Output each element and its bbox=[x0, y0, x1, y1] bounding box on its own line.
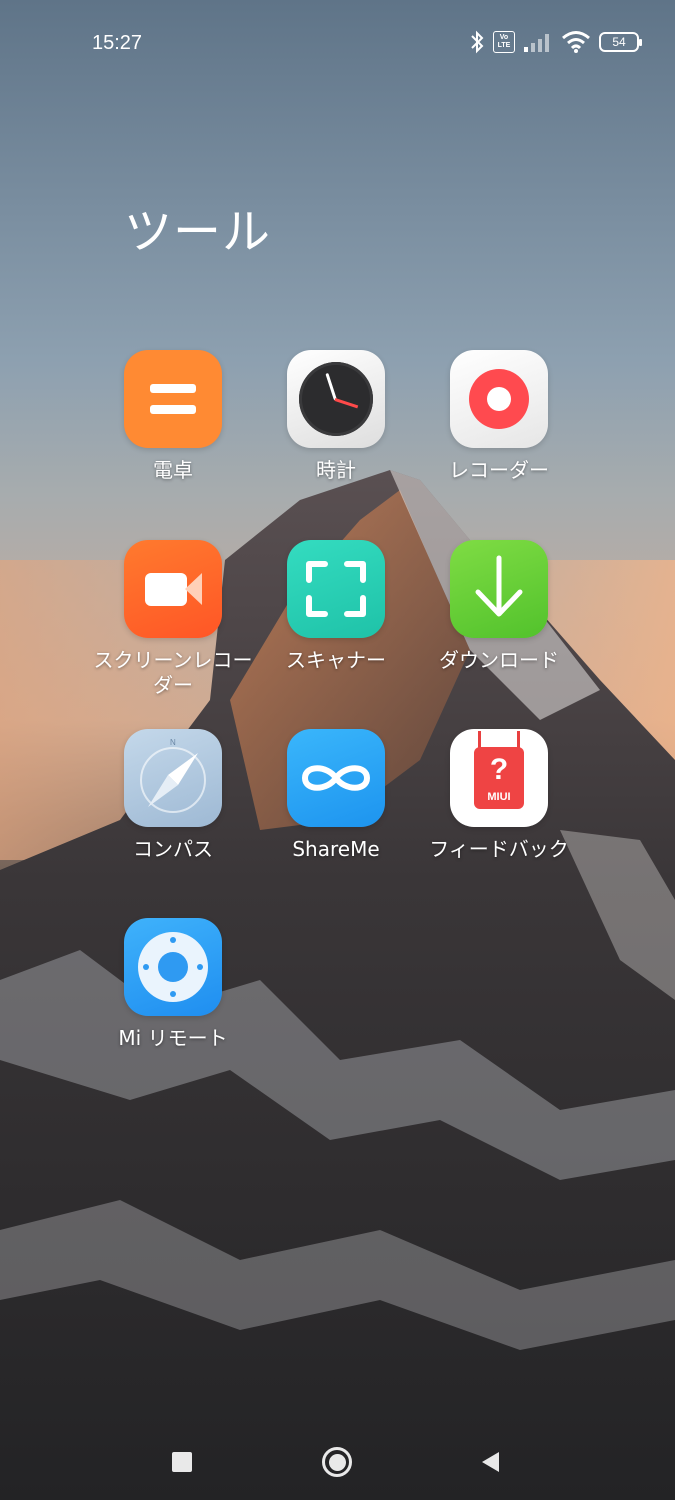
remote-icon[interactable] bbox=[124, 918, 222, 1016]
feedback-question-icon[interactable]: ? MIUI bbox=[450, 729, 548, 827]
app-label: スクリーンレコーダー bbox=[93, 648, 253, 697]
app-screen-recorder[interactable]: スクリーンレコーダー bbox=[93, 540, 253, 698]
app-downloads[interactable]: ダウンロード bbox=[419, 540, 579, 673]
video-camera-icon[interactable] bbox=[124, 540, 222, 638]
wifi-icon bbox=[562, 31, 590, 53]
app-label: Mi リモート bbox=[118, 1026, 228, 1050]
app-label: ShareMe bbox=[292, 837, 380, 861]
svg-text:N: N bbox=[170, 738, 176, 747]
app-label: コンパス bbox=[133, 837, 213, 861]
app-feedback[interactable]: ? MIUI フィードバック bbox=[419, 729, 579, 862]
status-icons: Vo LTE 54 bbox=[469, 30, 642, 54]
square-icon bbox=[172, 1452, 192, 1472]
app-compass[interactable]: N コンパス bbox=[93, 729, 253, 862]
app-recorder[interactable]: レコーダー bbox=[419, 350, 579, 483]
clock-icon[interactable] bbox=[287, 350, 385, 448]
calculator-icon[interactable] bbox=[124, 350, 222, 448]
cellular-signal-icon bbox=[524, 34, 549, 52]
home-button[interactable] bbox=[317, 1442, 357, 1482]
volte-icon: Vo LTE bbox=[493, 31, 515, 53]
bluetooth-icon bbox=[471, 30, 484, 54]
app-calculator[interactable]: 電卓 bbox=[93, 350, 253, 483]
status-time: 15:27 bbox=[92, 32, 143, 54]
app-label: 電卓 bbox=[153, 458, 193, 482]
miui-badge: MIUI bbox=[487, 791, 511, 803]
app-shareme[interactable]: ShareMe bbox=[256, 729, 416, 862]
compass-icon[interactable]: N bbox=[124, 729, 222, 827]
infinity-icon[interactable] bbox=[287, 729, 385, 827]
recorder-icon[interactable] bbox=[450, 350, 548, 448]
app-label: レコーダー bbox=[449, 458, 549, 482]
app-label: スキャナー bbox=[286, 648, 386, 672]
home-circle-icon bbox=[322, 1447, 352, 1477]
scanner-icon[interactable] bbox=[287, 540, 385, 638]
app-scanner[interactable]: スキャナー bbox=[256, 540, 416, 673]
app-label: 時計 bbox=[316, 458, 356, 482]
app-mi-remote[interactable]: Mi リモート bbox=[93, 918, 253, 1051]
folder-title[interactable]: ツール bbox=[124, 192, 271, 262]
back-triangle-icon bbox=[482, 1452, 499, 1472]
status-bar: 15:27 Vo LTE 54 bbox=[0, 0, 675, 90]
app-clock[interactable]: 時計 bbox=[256, 350, 416, 483]
battery-level: 54 bbox=[612, 35, 626, 49]
back-button[interactable] bbox=[470, 1442, 510, 1482]
navigation-bar bbox=[0, 1420, 675, 1500]
app-label: フィードバック bbox=[429, 837, 569, 861]
battery-icon: 54 bbox=[599, 32, 642, 52]
recents-button[interactable] bbox=[162, 1442, 202, 1482]
download-arrow-icon[interactable] bbox=[450, 540, 548, 638]
app-label: ダウンロード bbox=[439, 648, 559, 672]
